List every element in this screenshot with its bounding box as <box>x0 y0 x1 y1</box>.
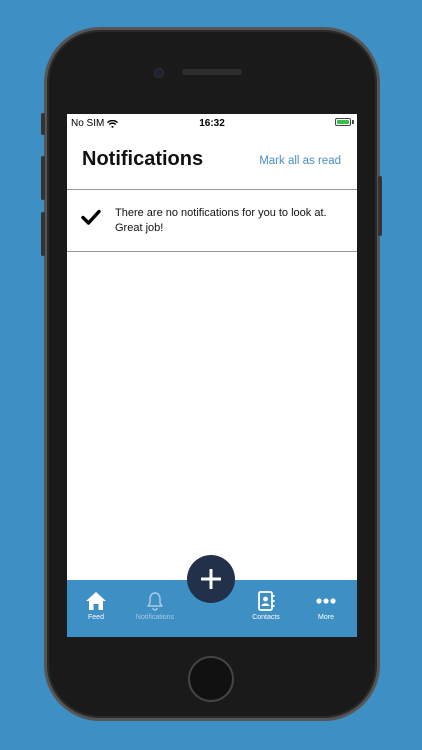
tab-notifications[interactable]: Notifications <box>126 580 184 637</box>
volume-up-button <box>41 156 45 200</box>
home-button[interactable] <box>188 656 234 702</box>
tab-feed[interactable]: Feed <box>67 580 125 637</box>
page-header: Notifications Mark all as read <box>67 132 357 190</box>
volume-down-button <box>41 212 45 256</box>
list-item: There are no notifications for you to lo… <box>67 190 357 252</box>
mark-all-read-button[interactable]: Mark all as read <box>259 155 341 167</box>
status-time: 16:32 <box>199 118 225 129</box>
tab-more-label: More <box>318 614 334 621</box>
page-title: Notifications <box>82 148 204 170</box>
tab-contacts-label: Contacts <box>252 614 280 621</box>
status-bar: No SIM 16:32 <box>67 114 357 132</box>
battery-icon <box>335 118 351 126</box>
power-button <box>378 176 382 236</box>
front-camera <box>154 68 164 78</box>
plus-icon <box>201 569 221 589</box>
check-icon <box>81 209 101 225</box>
tab-notifications-label: Notifications <box>135 614 175 621</box>
home-icon <box>86 592 106 610</box>
earpiece-speaker <box>182 69 242 75</box>
mute-switch <box>41 113 45 135</box>
tab-more[interactable]: More <box>297 580 355 637</box>
battery-level <box>337 120 349 124</box>
battery-tip <box>352 120 354 124</box>
tab-feed-label: Feed <box>88 614 104 621</box>
tab-contacts[interactable]: Contacts <box>237 580 295 637</box>
notification-message: There are no notifications for you to lo… <box>115 207 327 234</box>
contacts-icon <box>258 591 275 611</box>
more-icon <box>316 598 336 604</box>
bell-icon <box>147 592 163 611</box>
add-button[interactable] <box>187 555 235 603</box>
